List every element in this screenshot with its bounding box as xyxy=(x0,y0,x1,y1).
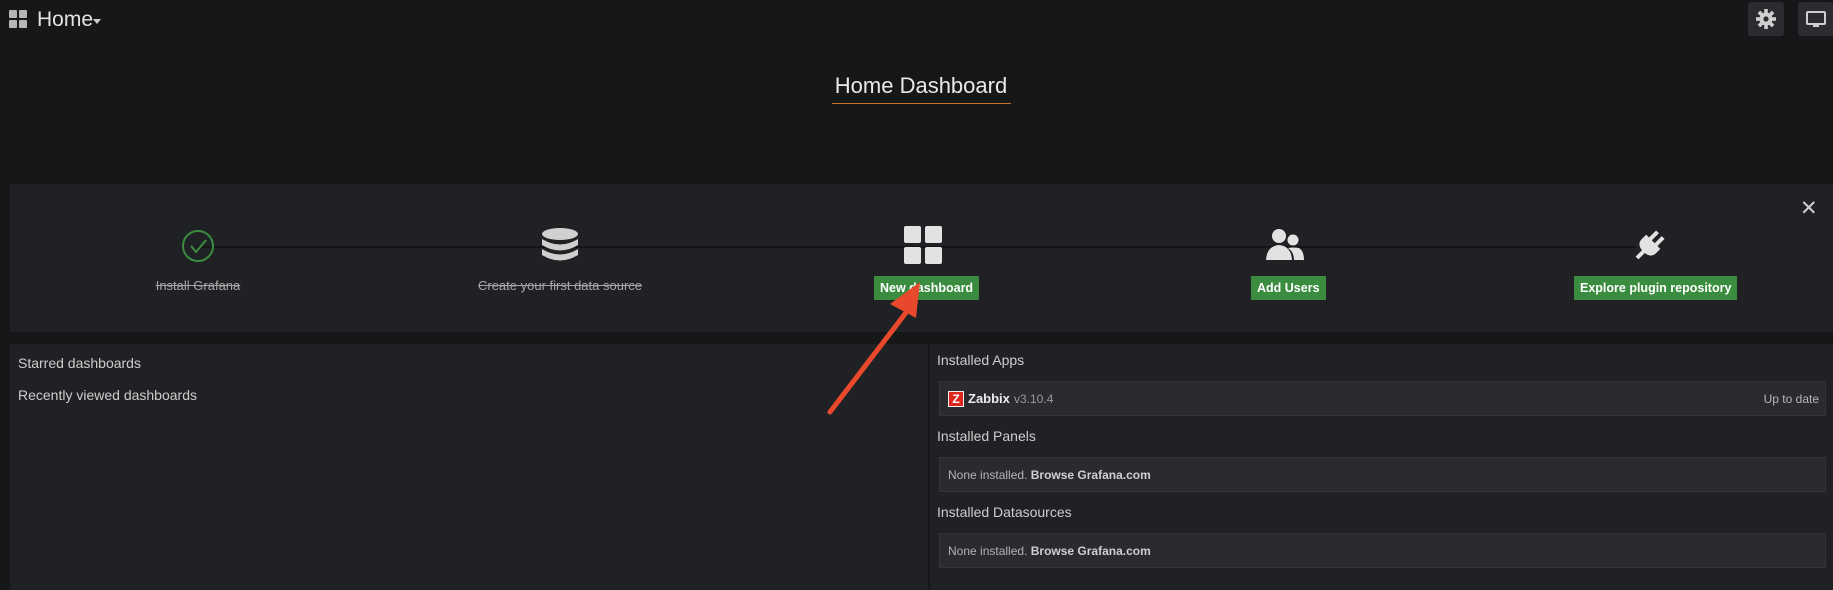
tv-icon xyxy=(1806,11,1826,27)
gear-icon xyxy=(1756,9,1776,29)
plug-icon xyxy=(1635,230,1665,260)
dashboard-picker-title[interactable]: Home xyxy=(37,8,93,32)
starred-dashboards-heading: Starred dashboards xyxy=(18,355,141,371)
app-row-zabbix[interactable]: Z Zabbix v3.10.4 Up to date xyxy=(939,381,1826,416)
page-title: Home Dashboard xyxy=(834,73,1008,98)
datasources-row: None installed. Browse Grafana.com xyxy=(939,533,1826,568)
add-users-button[interactable]: Add Users xyxy=(1251,276,1326,300)
step-create-data-source: Create your first data source xyxy=(477,278,643,293)
annotation-arrow-icon xyxy=(827,282,920,415)
close-icon[interactable]: ✕ xyxy=(1800,196,1818,221)
caret-down-icon[interactable] xyxy=(93,19,101,24)
recent-dashboards-heading: Recently viewed dashboards xyxy=(18,387,197,403)
installed-panels-heading: Installed Panels xyxy=(937,428,1036,444)
browse-grafana-link[interactable]: Browse Grafana.com xyxy=(1031,468,1151,482)
app-status: Up to date xyxy=(1763,392,1819,406)
grid-icon[interactable] xyxy=(9,10,28,29)
tv-mode-button[interactable] xyxy=(1798,2,1833,36)
top-navbar: Home xyxy=(0,0,1833,40)
none-installed-text: None installed. xyxy=(948,544,1028,558)
none-installed-text: None installed. xyxy=(948,468,1028,482)
check-circle-icon xyxy=(182,230,214,262)
dashboard-grid-icon xyxy=(904,226,942,264)
panels-row: None installed. Browse Grafana.com xyxy=(939,457,1826,492)
dashboards-panel xyxy=(10,344,928,590)
browse-grafana-link[interactable]: Browse Grafana.com xyxy=(1031,544,1151,558)
app-version: v3.10.4 xyxy=(1014,392,1054,406)
users-icon xyxy=(1266,229,1304,260)
app-name: Zabbix xyxy=(968,391,1010,406)
explore-plugins-button[interactable]: Explore plugin repository xyxy=(1574,276,1738,300)
installed-apps-heading: Installed Apps xyxy=(937,352,1025,368)
settings-button[interactable] xyxy=(1748,2,1784,36)
step-install-grafana: Install Grafana xyxy=(155,278,241,293)
zabbix-logo-icon: Z xyxy=(948,391,964,407)
installed-datasources-heading: Installed Datasources xyxy=(937,504,1072,520)
title-underline xyxy=(832,103,1011,104)
database-icon xyxy=(542,228,578,261)
